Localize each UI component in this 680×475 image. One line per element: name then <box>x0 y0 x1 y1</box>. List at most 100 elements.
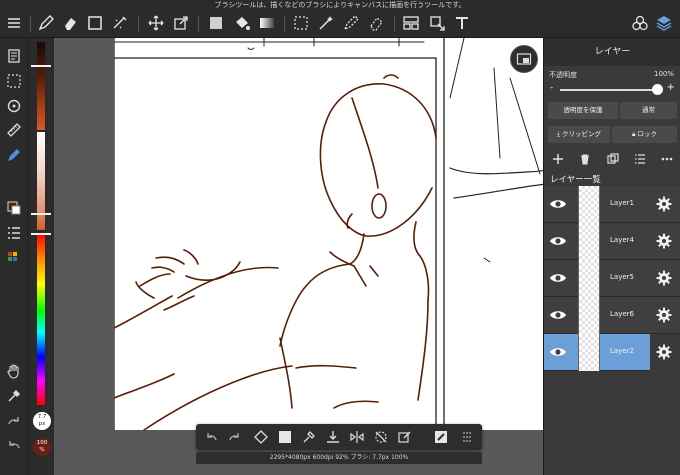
visibility-eye-icon[interactable] <box>549 345 567 359</box>
select-eraser-icon[interactable] <box>366 13 386 33</box>
layer-panel: レイヤー 不透明度 100% - + 透明度を保護 通常 ⤓ クリッピング 🔒︎… <box>543 38 680 475</box>
opacity-slider[interactable] <box>560 89 660 91</box>
opacity-decrease-button[interactable]: - <box>550 83 553 93</box>
dropper-icon[interactable] <box>300 428 318 446</box>
layer-settings-gear-icon[interactable] <box>656 270 672 286</box>
clear-square-icon[interactable] <box>276 428 294 446</box>
layer-name: Layer6 <box>610 310 634 318</box>
hue-slider[interactable] <box>37 233 45 405</box>
clipping-button[interactable]: ⤓ クリッピング <box>548 126 610 143</box>
text-icon[interactable] <box>452 13 472 33</box>
menu-icon[interactable] <box>4 13 24 33</box>
visibility-eye-icon[interactable] <box>549 271 567 285</box>
duplicate-layer-icon[interactable] <box>606 152 620 166</box>
bucket-icon[interactable] <box>232 13 252 33</box>
rectangle-icon[interactable] <box>85 13 105 33</box>
edit-selection-icon[interactable] <box>396 428 414 446</box>
layer-thumbnail <box>578 186 600 223</box>
visibility-eye-icon[interactable] <box>549 197 567 211</box>
opacity-slider-knob[interactable] <box>652 84 663 95</box>
hue-slider-handle[interactable] <box>31 233 51 235</box>
layer-settings-gear-icon[interactable] <box>656 307 672 323</box>
redo-icon[interactable] <box>226 428 244 446</box>
bottom-floating-toolbar <box>196 424 482 450</box>
fill-square-icon[interactable] <box>206 13 226 33</box>
layer-properties-icon[interactable] <box>633 152 647 166</box>
layer-thumbnail <box>578 297 600 334</box>
more-options-icon[interactable] <box>660 152 674 166</box>
select-pen-icon[interactable] <box>341 13 361 33</box>
shade-slider-handle[interactable] <box>31 65 51 67</box>
magic-lasso-icon[interactable] <box>110 13 130 33</box>
magic-wand-icon[interactable] <box>316 13 336 33</box>
color-swatch-icon[interactable] <box>4 198 23 217</box>
brush-opacity-chip[interactable]: 100 % <box>33 438 51 456</box>
select-rect-icon[interactable] <box>291 13 311 33</box>
brush-size-value: 7.7 <box>37 414 47 420</box>
layer-name: Layer1 <box>610 199 634 207</box>
protect-transparency-button[interactable]: 透明度を保護 <box>548 102 618 119</box>
transform-handles-icon[interactable] <box>252 428 270 446</box>
tint-slider[interactable] <box>37 132 45 230</box>
brush-opacity-value: 100 <box>36 440 48 446</box>
palette-icon[interactable] <box>4 248 23 267</box>
brush-settings-icon[interactable] <box>4 145 23 164</box>
eyedropper-icon[interactable] <box>4 386 23 405</box>
deselect-icon[interactable] <box>372 428 390 446</box>
opacity-value: 100% <box>653 70 674 78</box>
fill-selection-icon[interactable] <box>432 428 450 446</box>
page-manager-icon[interactable] <box>4 46 23 65</box>
opacity-increase-button[interactable]: + <box>667 82 675 93</box>
layer-settings-gear-icon[interactable] <box>656 233 672 249</box>
layer-settings-gear-icon[interactable] <box>656 196 672 212</box>
layer-actions-bar <box>544 152 680 168</box>
navigator-icon <box>516 53 532 65</box>
toolbar-divider <box>198 16 199 32</box>
layer-row-layer2[interactable]: Layer2 <box>544 334 650 371</box>
download-icon[interactable] <box>324 428 342 446</box>
pen-icon[interactable] <box>36 13 56 33</box>
hand-icon[interactable] <box>4 361 23 380</box>
layer-list-icon[interactable] <box>4 223 23 242</box>
navigator-button[interactable] <box>510 45 538 73</box>
toolbar-divider <box>394 16 395 32</box>
move-icon[interactable] <box>146 13 166 33</box>
ruler-icon[interactable] <box>4 120 23 139</box>
lock-label: ロック <box>637 130 658 138</box>
layer-settings-gear-icon[interactable] <box>656 344 672 360</box>
visibility-eye-icon[interactable] <box>549 308 567 322</box>
flip-icon[interactable] <box>348 428 366 446</box>
color-slider-column: 7.7 px 100 % <box>27 38 54 475</box>
paste-icon[interactable] <box>427 13 447 33</box>
panels-icon[interactable] <box>401 13 421 33</box>
canvas-status-bar: 2295*4080px 600dpi 92% ブラシ: 7.7px 100% <box>196 452 482 464</box>
line-art-drawing <box>113 38 543 431</box>
visibility-eye-icon[interactable] <box>549 234 567 248</box>
selection-icon[interactable] <box>4 71 23 90</box>
delete-layer-icon[interactable] <box>578 152 592 166</box>
gradient-icon[interactable] <box>257 13 277 33</box>
more-grid-icon[interactable] <box>458 428 476 446</box>
shade-slider[interactable] <box>37 42 45 130</box>
layer-list-header: レイヤー一覧 <box>550 175 601 185</box>
transform-icon[interactable] <box>171 13 191 33</box>
redo-icon[interactable] <box>4 411 23 430</box>
layers-icon[interactable] <box>654 13 674 33</box>
left-tool-column <box>0 38 27 475</box>
blend-mode-button[interactable]: 通常 <box>620 102 677 119</box>
canvas-page <box>113 38 543 431</box>
panel-title: レイヤー <box>544 38 680 66</box>
materials-icon[interactable] <box>630 13 650 33</box>
brush-size-chip[interactable]: 7.7 px <box>33 412 51 430</box>
drawing-canvas[interactable] <box>54 38 543 475</box>
tool-hint-text: ブラシツールは、描くなどのブラシによりキャンバスに描画を行うツールです。 <box>214 1 466 9</box>
undo-icon[interactable] <box>202 428 220 446</box>
brush-size-unit: px <box>38 421 46 427</box>
eraser-icon[interactable] <box>60 13 80 33</box>
lock-button[interactable]: 🔒︎ ロック <box>612 126 677 143</box>
tint-slider-handle[interactable] <box>31 213 51 215</box>
add-layer-icon[interactable] <box>551 152 565 166</box>
top-toolbar: ブラシツールは、描くなどのブラシによりキャンバスに描画を行うツールです。 <box>0 0 680 38</box>
rotate-icon[interactable] <box>4 96 23 115</box>
undo-icon[interactable] <box>4 435 23 454</box>
